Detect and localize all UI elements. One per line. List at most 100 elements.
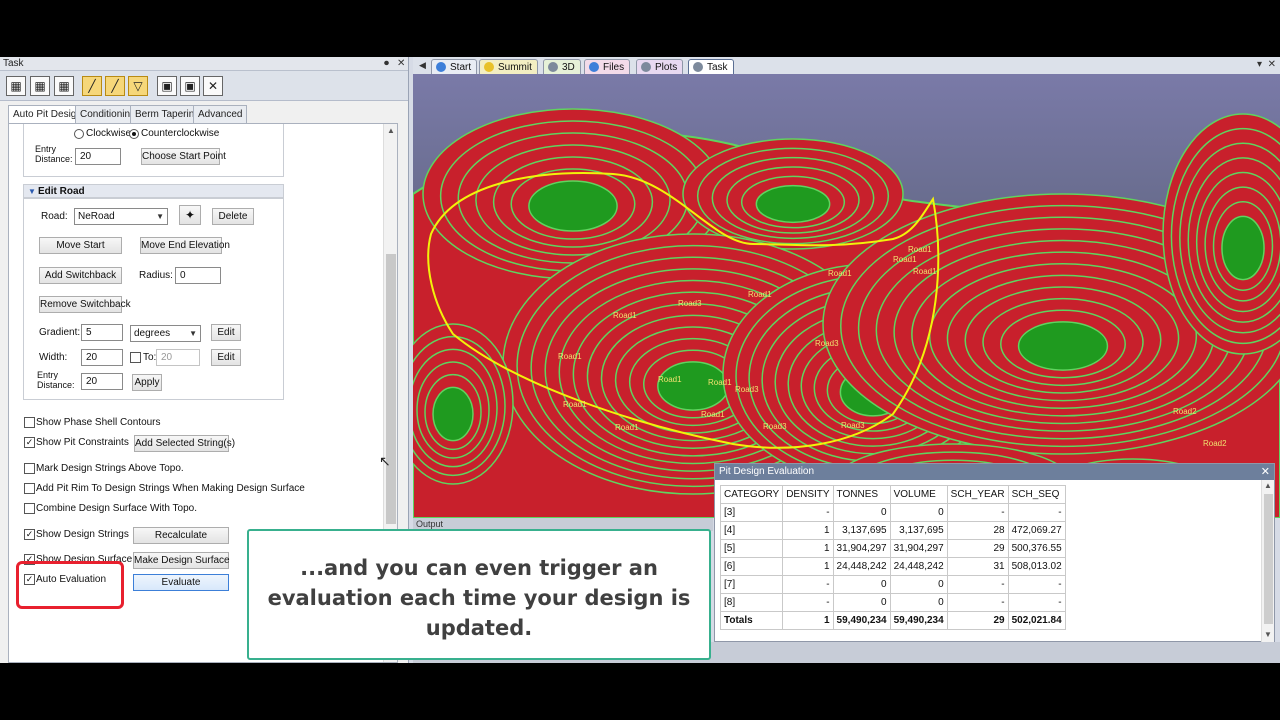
road-label: Road3	[678, 299, 702, 308]
chevron-down-icon: ▼	[189, 329, 197, 338]
dropdown-icon[interactable]: ▾	[1257, 59, 1262, 70]
road-label: Road3	[763, 422, 787, 431]
caption-line-3: updated.	[425, 616, 533, 640]
apply-button[interactable]: Apply	[132, 374, 162, 391]
scroll-up-icon[interactable]: ▲	[387, 126, 395, 135]
show-design-strings-checkbox[interactable]: ✓	[24, 529, 35, 540]
add-pit-rim-checkbox[interactable]	[24, 483, 35, 494]
toolbar-slope-icon[interactable]: ╱	[82, 76, 102, 96]
add-pit-rim-label: Add Pit Rim To Design Strings When Makin…	[36, 483, 305, 494]
add-selected-strings-button[interactable]: Add Selected String(s)	[134, 435, 235, 452]
tab-files[interactable]: Files	[584, 59, 631, 75]
move-end-elevation-button[interactable]: Move End Elevation	[140, 237, 230, 254]
tab-start[interactable]: Start	[431, 59, 478, 75]
show-phase-shell-contours-checkbox[interactable]	[24, 417, 35, 428]
to-checkbox[interactable]	[130, 352, 141, 363]
width-field[interactable]: 20	[81, 349, 123, 366]
col-category[interactable]: CATEGORY	[719, 485, 784, 504]
tabs-left-icon[interactable]: ◀	[419, 60, 426, 71]
delete-road-button[interactable]: Delete	[212, 208, 254, 225]
cell-volume: 59,490,234	[889, 611, 948, 630]
road-select[interactable]: NeRoad ▼	[74, 208, 168, 225]
tab-advanced[interactable]: Advanced	[193, 105, 248, 123]
close-icon[interactable]: ✕	[1261, 464, 1270, 480]
close-icon[interactable]: ✕	[397, 57, 405, 71]
cell-category: [6]	[719, 557, 784, 576]
table-row[interactable]: [5] 1 31,904,297 31,904,297 29 500,376.55	[719, 539, 1066, 558]
choose-start-point-button[interactable]: Choose Start Point	[141, 148, 226, 165]
width-edit-button[interactable]: Edit	[211, 349, 241, 366]
gradient-edit-button[interactable]: Edit	[211, 324, 241, 341]
make-design-surface-button[interactable]: Make Design Surface	[133, 552, 230, 569]
cell-category: [7]	[719, 575, 784, 594]
evaluate-button[interactable]: Evaluate	[133, 574, 229, 591]
table-row[interactable]: [4] 1 3,137,695 3,137,695 28 472,069.27	[719, 521, 1066, 540]
totals-row[interactable]: Totals 1 59,490,234 59,490,234 29 502,021.84	[719, 611, 1066, 630]
combine-design-surface-checkbox[interactable]	[24, 503, 35, 514]
tab-task[interactable]: Task	[688, 59, 734, 75]
eval-scrollbar[interactable]: ▲ ▼	[1261, 480, 1274, 642]
show-pit-constraints-checkbox[interactable]: ✓	[24, 437, 35, 448]
recalculate-button[interactable]: Recalculate	[133, 527, 229, 544]
col-sch-year[interactable]: SCH_YEAR	[946, 485, 1009, 504]
col-volume[interactable]: VOLUME	[889, 485, 948, 504]
to-field[interactable]: 20	[156, 349, 200, 366]
cell-sch-seq: -	[1007, 575, 1066, 594]
save-icon[interactable]: ▣	[157, 76, 177, 96]
col-sch-seq[interactable]: SCH_SEQ	[1007, 485, 1066, 504]
entry-distance-field[interactable]: 20	[75, 148, 121, 165]
col-tonnes[interactable]: TONNES	[832, 485, 891, 504]
eval-titlebar[interactable]: Pit Design Evaluation ✕	[715, 464, 1274, 480]
radius-field[interactable]: 0	[175, 267, 221, 284]
mark-design-strings-checkbox[interactable]	[24, 463, 35, 474]
road-entry-distance-field[interactable]: 20	[81, 373, 123, 390]
tab-3d[interactable]: 3D	[543, 59, 581, 75]
cell-volume: 0	[889, 503, 948, 522]
cell-volume: 3,137,695	[889, 521, 948, 540]
cell-sch-seq: 502,021.84	[1007, 611, 1066, 630]
move-start-button[interactable]: Move Start	[39, 237, 122, 254]
cell-category: [8]	[719, 593, 784, 612]
table-row[interactable]: [6] 1 24,448,242 24,448,242 31 508,013.02	[719, 557, 1066, 576]
north-pit-bench	[755, 184, 831, 224]
gradient-unit-select[interactable]: degrees ▼	[130, 325, 201, 342]
table-row[interactable]: [8] -0 0- -	[719, 593, 1066, 612]
table-row[interactable]: [3] -0 0- -	[719, 503, 1066, 522]
scroll-down-icon[interactable]: ▼	[1264, 630, 1272, 639]
viewport-3d[interactable]: Road1 Road1 Road1 Road1 Road1 Road1 Road1 Road1…	[413, 74, 1280, 518]
scroll-up-icon[interactable]: ▲	[1264, 481, 1272, 490]
toolbar-settings-icon[interactable]: ▦	[54, 76, 74, 96]
counterclockwise-radio[interactable]	[129, 129, 139, 139]
add-switchback-button[interactable]: Add Switchback	[39, 267, 122, 284]
tab-plots[interactable]: Plots	[636, 59, 684, 75]
close-task-icon[interactable]: ✕	[203, 76, 223, 96]
toolbar-string-icon[interactable]: ╱	[105, 76, 125, 96]
edit-road-header[interactable]: ▼ Edit Road	[23, 184, 284, 198]
toolbar-new-icon[interactable]: ▦	[6, 76, 26, 96]
cell-sch-year: -	[946, 503, 1009, 522]
far-east-pit-bench	[1017, 321, 1109, 371]
col-density[interactable]: DENSITY	[782, 485, 834, 504]
cell-density: 1	[782, 521, 834, 540]
close-icon[interactable]: ✕	[1268, 59, 1276, 70]
pin-icon[interactable]: ⏺	[384, 57, 389, 71]
scrollbar-thumb[interactable]	[1264, 494, 1273, 624]
road-label: Road1	[701, 410, 725, 419]
toolbar-design-icon[interactable]: ▦	[30, 76, 50, 96]
remove-switchback-button[interactable]: Remove Switchback	[39, 296, 131, 313]
toolbar-pit-icon[interactable]: ▽	[128, 76, 148, 96]
plots-icon	[641, 62, 651, 72]
cell-category: [3]	[719, 503, 784, 522]
road-label: Road1	[748, 290, 772, 299]
table-row[interactable]: [7] -0 0- -	[719, 575, 1066, 594]
cell-sch-year: 29	[946, 539, 1009, 558]
gradient-field[interactable]: 5	[81, 324, 123, 341]
south-west-pit-bench	[432, 386, 474, 442]
clockwise-radio[interactable]	[74, 129, 84, 139]
pick-road-button[interactable]: ✦	[179, 205, 201, 225]
cell-category: [5]	[719, 539, 784, 558]
tab-summit[interactable]: Summit	[479, 59, 538, 75]
save-as-icon[interactable]: ▣	[180, 76, 200, 96]
cell-density: 1	[782, 539, 834, 558]
scrollbar-thumb[interactable]	[386, 254, 396, 524]
